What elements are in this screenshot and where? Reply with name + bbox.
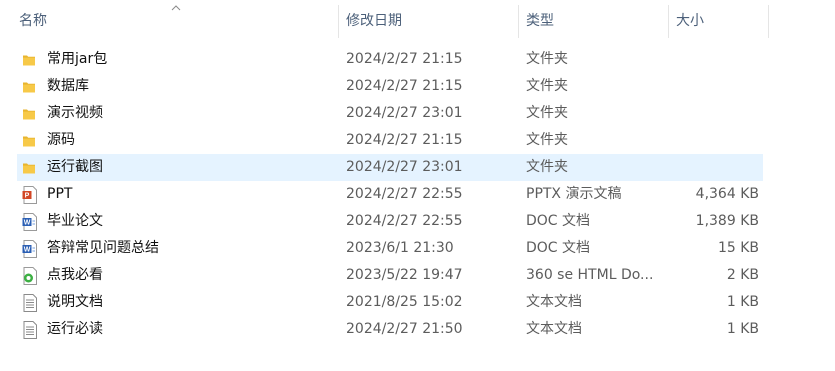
file-modified-date: 2023/5/22 19:47 — [346, 267, 463, 283]
file-name: 运行必读 — [47, 321, 103, 337]
folder-icon — [22, 46, 40, 73]
file-name: 源码 — [47, 132, 75, 148]
folder-icon — [22, 100, 40, 127]
file-row[interactable]: 源码 2024/2/27 21:15 文件夹 — [17, 127, 763, 154]
doc-file-icon: W — [22, 235, 40, 262]
file-type: 文本文档 — [526, 321, 582, 337]
file-modified-date: 2024/2/27 21:15 — [346, 78, 463, 94]
column-header-date[interactable]: 修改日期 — [342, 5, 518, 38]
column-header-bar: 名称 修改日期 类型 大小 — [0, 0, 835, 40]
svg-text:W: W — [24, 219, 31, 226]
file-row[interactable]: 运行必读 2024/2/27 21:50 文本文档 1 KB — [17, 316, 763, 343]
file-name: 说明文档 — [47, 294, 103, 310]
svg-text:P: P — [25, 192, 30, 199]
text-file-icon — [22, 289, 40, 316]
file-size: 1,389 KB — [695, 213, 759, 229]
file-type: 文本文档 — [526, 294, 582, 310]
folder-icon — [22, 73, 40, 100]
file-row[interactable]: 常用jar包 2024/2/27 21:15 文件夹 — [17, 46, 763, 73]
file-name: 数据库 — [47, 78, 89, 94]
file-modified-date: 2021/8/25 15:02 — [346, 294, 463, 310]
file-row[interactable]: P PPT 2024/2/27 22:55 PPTX 演示文稿 4,364 KB — [17, 181, 763, 208]
file-type: 文件夹 — [526, 78, 568, 94]
file-modified-date: 2024/2/27 22:55 — [346, 186, 463, 202]
doc-file-icon: W — [22, 208, 40, 235]
file-type: 文件夹 — [526, 105, 568, 121]
html-file-icon — [22, 262, 40, 289]
file-modified-date: 2024/2/27 23:01 — [346, 105, 463, 121]
file-name: 答辩常见问题总结 — [47, 240, 159, 256]
file-type: PPTX 演示文稿 — [526, 186, 622, 202]
column-divider[interactable] — [518, 5, 519, 38]
folder-icon — [22, 127, 40, 154]
file-type: 文件夹 — [526, 159, 568, 175]
file-size: 4,364 KB — [695, 186, 759, 202]
file-row[interactable]: W 毕业论文 2024/2/27 22:55 DOC 文档 1,389 KB — [17, 208, 763, 235]
column-header-size[interactable]: 大小 — [672, 5, 768, 38]
folder-icon — [22, 154, 40, 181]
svg-text:W: W — [24, 246, 31, 253]
file-type: 文件夹 — [526, 132, 568, 148]
file-modified-date: 2024/2/27 21:15 — [346, 51, 463, 67]
file-modified-date: 2024/2/27 21:15 — [346, 132, 463, 148]
column-header-name[interactable]: 名称 — [15, 5, 335, 38]
file-name: PPT — [47, 186, 73, 202]
text-file-icon — [22, 316, 40, 343]
column-header-type[interactable]: 类型 — [522, 5, 668, 38]
pptx-file-icon: P — [22, 181, 40, 208]
file-row[interactable]: 数据库 2024/2/27 21:15 文件夹 — [17, 73, 763, 100]
column-divider[interactable] — [768, 5, 769, 38]
file-modified-date: 2024/2/27 21:50 — [346, 321, 463, 337]
file-type: 360 se HTML Do... — [526, 267, 654, 283]
file-row[interactable]: W 答辩常见问题总结 2023/6/1 21:30 DOC 文档 15 KB — [17, 235, 763, 262]
file-modified-date: 2023/6/1 21:30 — [346, 240, 454, 256]
file-modified-date: 2024/2/27 23:01 — [346, 159, 463, 175]
file-row[interactable]: 点我必看 2023/5/22 19:47 360 se HTML Do... 2 KB — [17, 262, 763, 289]
file-name: 演示视频 — [47, 105, 103, 121]
file-size: 2 KB — [726, 267, 759, 283]
file-type: 文件夹 — [526, 51, 568, 67]
file-type: DOC 文档 — [526, 240, 591, 256]
file-name: 毕业论文 — [47, 213, 103, 229]
file-size: 15 KB — [717, 240, 759, 256]
column-divider[interactable] — [338, 5, 339, 38]
file-type: DOC 文档 — [526, 213, 591, 229]
file-size: 1 KB — [726, 321, 759, 337]
file-name: 运行截图 — [47, 159, 103, 175]
file-name: 点我必看 — [47, 267, 103, 283]
file-row[interactable]: 演示视频 2024/2/27 23:01 文件夹 — [17, 100, 763, 127]
file-size: 1 KB — [726, 294, 759, 310]
file-row[interactable]: 说明文档 2021/8/25 15:02 文本文档 1 KB — [17, 289, 763, 316]
file-name: 常用jar包 — [47, 51, 108, 67]
file-modified-date: 2024/2/27 22:55 — [346, 213, 463, 229]
column-divider[interactable] — [668, 5, 669, 38]
file-row[interactable]: 运行截图 2024/2/27 23:01 文件夹 — [17, 154, 763, 181]
